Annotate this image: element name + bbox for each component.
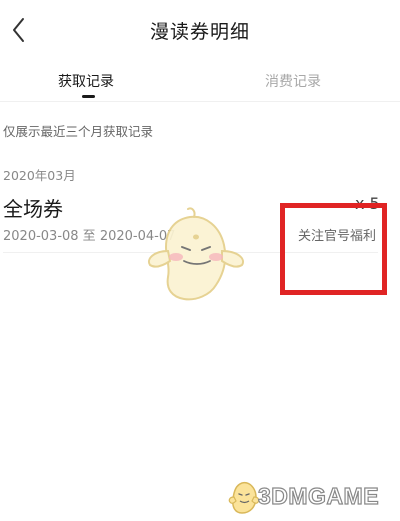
coupon-name: 全场券: [3, 197, 63, 221]
tab-consume-records[interactable]: 消费记录: [265, 71, 321, 91]
mascot-watermark-icon: [148, 207, 244, 301]
records-notice: 仅展示最近三个月获取记录: [3, 124, 154, 139]
watermark: 3DMGAME: [228, 475, 398, 519]
month-header: 2020年03月: [3, 168, 76, 183]
watermark-text: 3DMGAME: [257, 482, 380, 509]
tab-acquire-records[interactable]: 获取记录: [58, 71, 114, 91]
highlight-box: [280, 203, 387, 295]
tab-bar: 获取记录 消费记录: [0, 62, 400, 102]
watermark-logo-icon: [228, 481, 260, 514]
nav-bar: 漫读券明细: [0, 0, 400, 62]
page-title: 漫读券明细: [149, 21, 250, 43]
tab-indicator: [82, 95, 95, 98]
tabs-divider: [0, 101, 400, 102]
